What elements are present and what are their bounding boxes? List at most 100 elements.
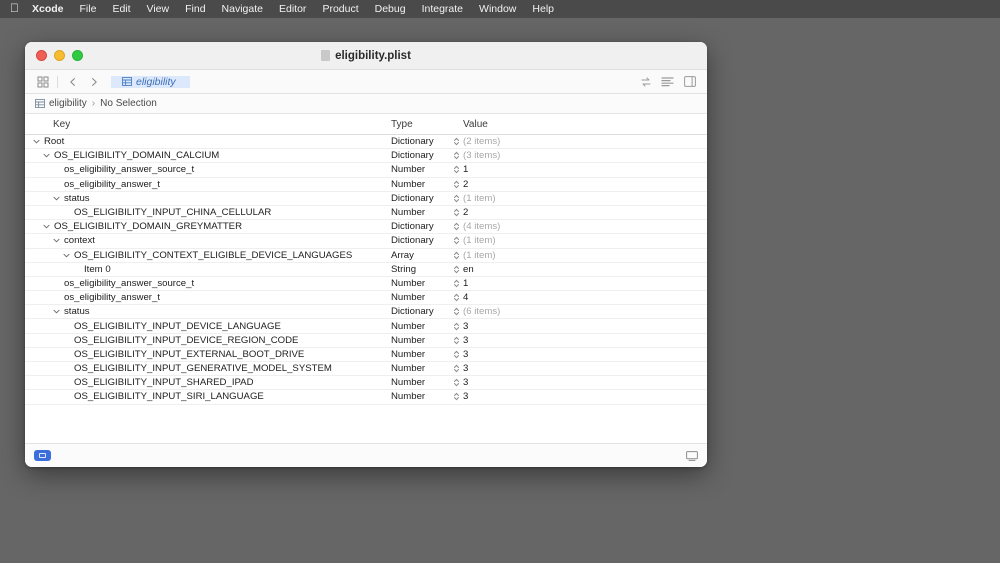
table-row[interactable]: os_eligibility_answer_source_t Number 1 <box>25 163 707 178</box>
table-row[interactable]: OS_ELIGIBILITY_INPUT_SHARED_IPAD Number 3 <box>25 376 707 391</box>
row-value-label[interactable]: 3 <box>463 321 707 332</box>
table-row[interactable]: OS_ELIGIBILITY_INPUT_DEVICE_REGION_CODE N… <box>25 334 707 348</box>
row-value-label[interactable]: 1 <box>463 164 707 175</box>
chevron-down-icon[interactable] <box>41 152 51 159</box>
row-value-label[interactable]: 2 <box>463 179 707 190</box>
row-type-label[interactable]: Dictionary <box>391 193 449 204</box>
row-type-label[interactable]: Dictionary <box>391 306 449 317</box>
table-row[interactable]: status Dictionary (6 items) <box>25 305 707 320</box>
row-value-label[interactable]: (3 items) <box>463 150 707 161</box>
row-value-label[interactable]: en <box>463 264 707 275</box>
row-type-label[interactable]: Number <box>391 179 449 190</box>
row-value-label[interactable]: (2 items) <box>463 136 707 147</box>
apple-icon[interactable]:  <box>10 2 19 14</box>
table-row[interactable]: OS_ELIGIBILITY_DOMAIN_CALCIUM Dictionary (… <box>25 149 707 164</box>
table-row[interactable]: OS_ELIGIBILITY_INPUT_CHINA_CELLULAR Numbe… <box>25 206 707 221</box>
row-type-label[interactable]: Dictionary <box>391 221 449 232</box>
chevron-left-icon[interactable] <box>63 72 82 91</box>
close-button[interactable] <box>36 50 47 61</box>
row-value-label[interactable]: 1 <box>463 278 707 289</box>
row-value-label[interactable]: 3 <box>463 335 707 346</box>
chevron-down-icon[interactable] <box>51 237 61 244</box>
console-icon[interactable] <box>686 450 698 461</box>
menu-item-view[interactable]: View <box>147 3 170 15</box>
type-stepper[interactable] <box>449 364 463 373</box>
row-value-label[interactable]: 3 <box>463 391 707 402</box>
row-value-label[interactable]: (1 item) <box>463 235 707 246</box>
type-stepper[interactable] <box>449 151 463 160</box>
menu-item-integrate[interactable]: Integrate <box>422 3 463 15</box>
chevron-right-icon[interactable] <box>84 72 103 91</box>
row-type-label[interactable]: Number <box>391 363 449 374</box>
type-stepper[interactable] <box>449 236 463 245</box>
type-stepper[interactable] <box>449 336 463 345</box>
type-stepper[interactable] <box>449 251 463 260</box>
menu-item-product[interactable]: Product <box>322 3 358 15</box>
type-stepper[interactable] <box>449 322 463 331</box>
table-row[interactable]: OS_ELIGIBILITY_DOMAIN_GREYMATTER Dictiona… <box>25 220 707 235</box>
type-stepper[interactable] <box>449 293 463 302</box>
row-value-label[interactable]: (1 item) <box>463 250 707 261</box>
row-type-label[interactable]: Number <box>391 391 449 402</box>
row-value-label[interactable]: 3 <box>463 363 707 374</box>
column-header-type[interactable]: Type <box>391 119 449 130</box>
row-type-label[interactable]: Number <box>391 377 449 388</box>
row-value-label[interactable]: (4 items) <box>463 221 707 232</box>
table-row[interactable]: OS_ELIGIBILITY_CONTEXT_ELIGIBLE_DEVICE_L… <box>25 249 707 263</box>
row-type-label[interactable]: Dictionary <box>391 235 449 246</box>
grid-icon[interactable] <box>33 72 52 91</box>
row-value-label[interactable]: (6 items) <box>463 306 707 317</box>
row-type-label[interactable]: Number <box>391 321 449 332</box>
row-type-label[interactable]: Dictionary <box>391 150 449 161</box>
menu-item-xcode[interactable]: Xcode <box>32 3 64 15</box>
table-row[interactable]: os_eligibility_answer_t Number 2 <box>25 178 707 192</box>
lines-list-icon[interactable] <box>658 72 677 91</box>
filter-pill-icon[interactable] <box>34 450 51 461</box>
chevron-down-icon[interactable] <box>51 308 61 315</box>
menu-item-file[interactable]: File <box>80 3 97 15</box>
table-row[interactable]: OS_ELIGIBILITY_INPUT_DEVICE_LANGUAGE Numb… <box>25 319 707 334</box>
row-value-label[interactable]: 2 <box>463 207 707 218</box>
table-row[interactable]: os_eligibility_answer_source_t Number 1 <box>25 277 707 292</box>
type-stepper[interactable] <box>449 265 463 274</box>
row-type-label[interactable]: Number <box>391 292 449 303</box>
type-stepper[interactable] <box>449 194 463 203</box>
type-stepper[interactable] <box>449 392 463 401</box>
table-row[interactable]: context Dictionary (1 item) <box>25 234 707 249</box>
row-type-label[interactable]: Number <box>391 335 449 346</box>
type-stepper[interactable] <box>449 279 463 288</box>
inspector-panel-icon[interactable] <box>680 72 699 91</box>
row-type-label[interactable]: Number <box>391 164 449 175</box>
row-type-label[interactable]: Dictionary <box>391 136 449 147</box>
column-header-key[interactable]: Key <box>25 119 391 130</box>
table-row[interactable]: os_eligibility_answer_t Number 4 <box>25 291 707 306</box>
chevron-down-icon[interactable] <box>41 223 51 230</box>
row-value-label[interactable]: 4 <box>463 292 707 303</box>
menu-item-edit[interactable]: Edit <box>112 3 130 15</box>
row-type-label[interactable]: String <box>391 264 449 275</box>
type-stepper[interactable] <box>449 137 463 146</box>
menu-item-window[interactable]: Window <box>479 3 516 15</box>
menu-item-editor[interactable]: Editor <box>279 3 306 15</box>
menu-item-help[interactable]: Help <box>532 3 554 15</box>
type-stepper[interactable] <box>449 180 463 189</box>
row-type-label[interactable]: Array <box>391 250 449 261</box>
menu-item-navigate[interactable]: Navigate <box>222 3 263 15</box>
row-value-label[interactable]: (1 item) <box>463 193 707 204</box>
table-row[interactable]: status Dictionary (1 item) <box>25 192 707 206</box>
row-value-label[interactable]: 3 <box>463 349 707 360</box>
menu-item-debug[interactable]: Debug <box>375 3 406 15</box>
table-row[interactable]: OS_ELIGIBILITY_INPUT_EXTERNAL_BOOT_DRIVE… <box>25 348 707 362</box>
row-type-label[interactable]: Number <box>391 349 449 360</box>
menu-item-find[interactable]: Find <box>185 3 205 15</box>
type-stepper[interactable] <box>449 208 463 217</box>
type-stepper[interactable] <box>449 307 463 316</box>
minimize-button[interactable] <box>54 50 65 61</box>
row-type-label[interactable]: Number <box>391 278 449 289</box>
table-row[interactable]: Item 0 String en <box>25 263 707 277</box>
breadcrumb-root[interactable]: eligibility <box>49 98 87 109</box>
type-stepper[interactable] <box>449 350 463 359</box>
column-header-value[interactable]: Value <box>463 119 707 130</box>
breadcrumb-selection[interactable]: No Selection <box>100 98 157 109</box>
table-row[interactable]: OS_ELIGIBILITY_INPUT_GENERATIVE_MODEL_SY… <box>25 362 707 377</box>
